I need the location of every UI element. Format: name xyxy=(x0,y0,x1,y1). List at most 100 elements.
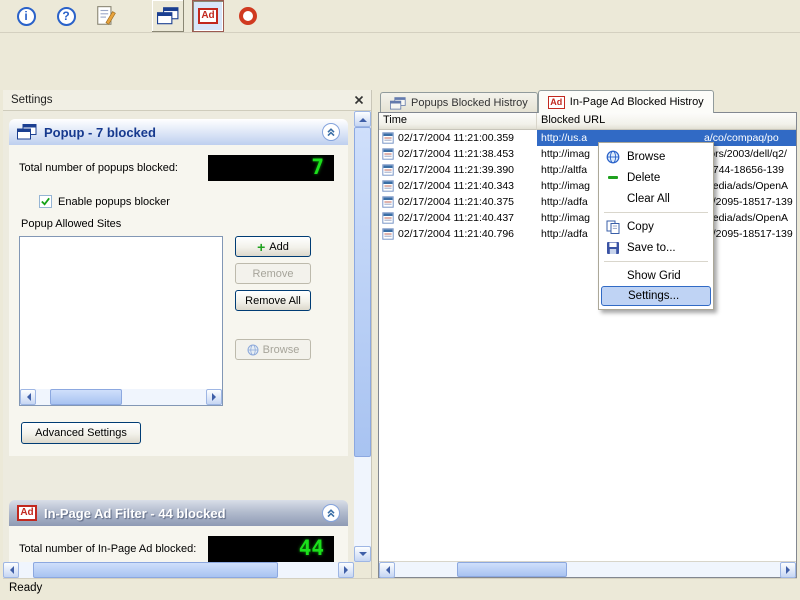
context-menu-settings[interactable]: Settings... xyxy=(601,286,711,306)
context-menu-browse[interactable]: Browse xyxy=(601,146,711,167)
url-icon xyxy=(382,212,394,224)
url-text: http://imag xyxy=(541,148,591,160)
scroll-track[interactable] xyxy=(354,127,371,546)
context-menu-copy[interactable]: Copy xyxy=(601,216,711,237)
time-value: 02/17/2004 11:21:40.375 xyxy=(398,196,514,208)
scroll-down-button[interactable] xyxy=(354,546,371,562)
column-header-url[interactable]: Blocked URL xyxy=(537,113,796,130)
context-menu-delete[interactable]: Delete xyxy=(601,167,711,188)
scroll-thumb[interactable] xyxy=(457,562,567,577)
popup-count-display: 7 xyxy=(208,155,334,181)
menu-item-label: Save to... xyxy=(627,241,676,254)
menu-item-label: Browse xyxy=(627,150,666,163)
scroll-right-button[interactable] xyxy=(206,389,222,405)
context-menu-save-to[interactable]: Save to... xyxy=(601,237,711,258)
scroll-thumb[interactable] xyxy=(354,127,371,457)
scroll-track[interactable] xyxy=(395,562,780,577)
advanced-settings-button[interactable]: Advanced Settings xyxy=(21,422,141,444)
url-icon xyxy=(382,148,394,160)
time-value: 02/17/2004 11:21:00.359 xyxy=(398,132,514,144)
column-header-time[interactable]: Time xyxy=(379,113,537,130)
stop-button[interactable] xyxy=(232,0,264,32)
table-row[interactable]: 02/17/2004 11:21:38.453 http://imag sors/… xyxy=(379,146,796,162)
chevron-up-icon xyxy=(325,126,337,138)
edit-settings-button[interactable] xyxy=(90,0,122,32)
listbox-hscrollbar xyxy=(20,389,222,405)
popup-blocker-button[interactable] xyxy=(152,0,184,32)
time-cell: 02/17/2004 11:21:40.343 xyxy=(379,180,537,192)
url-icon xyxy=(382,164,394,176)
scroll-left-button[interactable] xyxy=(3,562,19,578)
popup-collapse-button[interactable] xyxy=(322,123,340,141)
ad-icon: Ad xyxy=(547,95,565,109)
check-icon xyxy=(40,196,51,207)
scroll-left-button[interactable] xyxy=(379,562,395,578)
allowed-sites-buttons: + Add Remove Remove All Browse xyxy=(235,236,311,406)
ad-icon: Ad xyxy=(17,505,37,521)
enable-popups-row: Enable popups blocker xyxy=(39,195,338,208)
settings-panel-header: Settings xyxy=(3,90,371,111)
remove-all-button-label: Remove All xyxy=(245,294,301,307)
menu-separator xyxy=(604,261,708,262)
scroll-up-button[interactable] xyxy=(354,111,371,127)
inpage-collapse-button[interactable] xyxy=(322,504,340,522)
edit-icon xyxy=(95,5,117,27)
stop-icon xyxy=(239,7,257,25)
table-row[interactable]: 02/17/2004 11:21:40.343 http://imag Media… xyxy=(379,178,796,194)
scroll-thumb[interactable] xyxy=(50,389,122,405)
menu-separator xyxy=(604,212,708,213)
context-menu-show-grid[interactable]: Show Grid xyxy=(601,265,711,286)
table-row[interactable]: 02/17/2004 11:21:00.359 http://us.a a/co/… xyxy=(379,130,796,146)
ad-filter-button[interactable]: Ad xyxy=(192,0,224,32)
tab-popups-history[interactable]: Popups Blocked Histroy xyxy=(380,92,538,113)
save-icon xyxy=(604,241,622,255)
chevron-up-icon xyxy=(325,507,337,519)
globe-icon xyxy=(247,344,259,356)
scroll-track[interactable] xyxy=(19,562,338,578)
settings-close-button[interactable] xyxy=(351,93,366,108)
info-button[interactable]: i xyxy=(10,0,42,32)
allowed-sites-listbox[interactable] xyxy=(19,236,223,406)
url-icon xyxy=(382,196,394,208)
inpage-count-row: Total number of In-Page Ad blocked: 44 xyxy=(19,536,338,562)
add-button-label: Add xyxy=(269,240,289,253)
time-value: 02/17/2004 11:21:38.453 xyxy=(398,148,514,160)
menu-item-label: Copy xyxy=(627,220,654,233)
table-row[interactable]: 02/17/2004 11:21:39.390 http://altfa/374… xyxy=(379,162,796,178)
history-hscrollbar xyxy=(379,561,796,578)
help-button[interactable]: ? xyxy=(50,0,82,32)
time-cell: 02/17/2004 11:21:39.390 xyxy=(379,164,537,176)
popup-section-title: Popup - 7 blocked xyxy=(44,124,156,140)
url-text: http://us.a xyxy=(541,132,588,144)
table-row[interactable]: 02/17/2004 11:21:40.437 http://imag Media… xyxy=(379,210,796,226)
time-cell: 02/17/2004 11:21:00.359 xyxy=(379,132,537,144)
close-icon xyxy=(354,95,364,105)
menu-item-label: Show Grid xyxy=(627,269,681,282)
context-menu-clear-all[interactable]: Clear All xyxy=(601,188,711,209)
tab-inpage-history[interactable]: Ad In-Page Ad Blocked Histroy xyxy=(537,90,714,113)
url-icon xyxy=(382,132,394,144)
scrollbar-corner xyxy=(354,562,371,578)
browse-button[interactable]: Browse xyxy=(235,339,311,360)
scroll-thumb[interactable] xyxy=(33,562,278,578)
status-text: Ready xyxy=(9,582,43,594)
minus-icon xyxy=(604,176,622,179)
scroll-track[interactable] xyxy=(36,389,206,405)
url-text-tail: Media/ads/OpenA xyxy=(704,212,789,224)
enable-popups-checkbox[interactable] xyxy=(39,195,52,208)
table-row[interactable]: 02/17/2004 11:21:40.375 http://adfa m/209… xyxy=(379,194,796,210)
popup-total-label: Total number of popups blocked: xyxy=(19,162,178,174)
table-row[interactable]: 02/17/2004 11:21:40.796 http://adfa m/209… xyxy=(379,226,796,242)
remove-button[interactable]: Remove xyxy=(235,263,311,284)
inpage-section-title: In-Page Ad Filter - 44 blocked xyxy=(44,505,226,521)
scroll-right-button[interactable] xyxy=(780,562,796,578)
popup-blocker-icon xyxy=(157,7,179,25)
scroll-left-button[interactable] xyxy=(20,389,36,405)
url-text-tail: sors/2003/dell/q2/ xyxy=(704,148,787,160)
time-value: 02/17/2004 11:21:39.390 xyxy=(398,164,514,176)
plus-icon: + xyxy=(257,238,266,255)
remove-all-button[interactable]: Remove All xyxy=(235,290,311,311)
scroll-right-button[interactable] xyxy=(338,562,354,578)
add-button[interactable]: + Add xyxy=(235,236,311,257)
url-text: http://altfa xyxy=(541,164,588,176)
